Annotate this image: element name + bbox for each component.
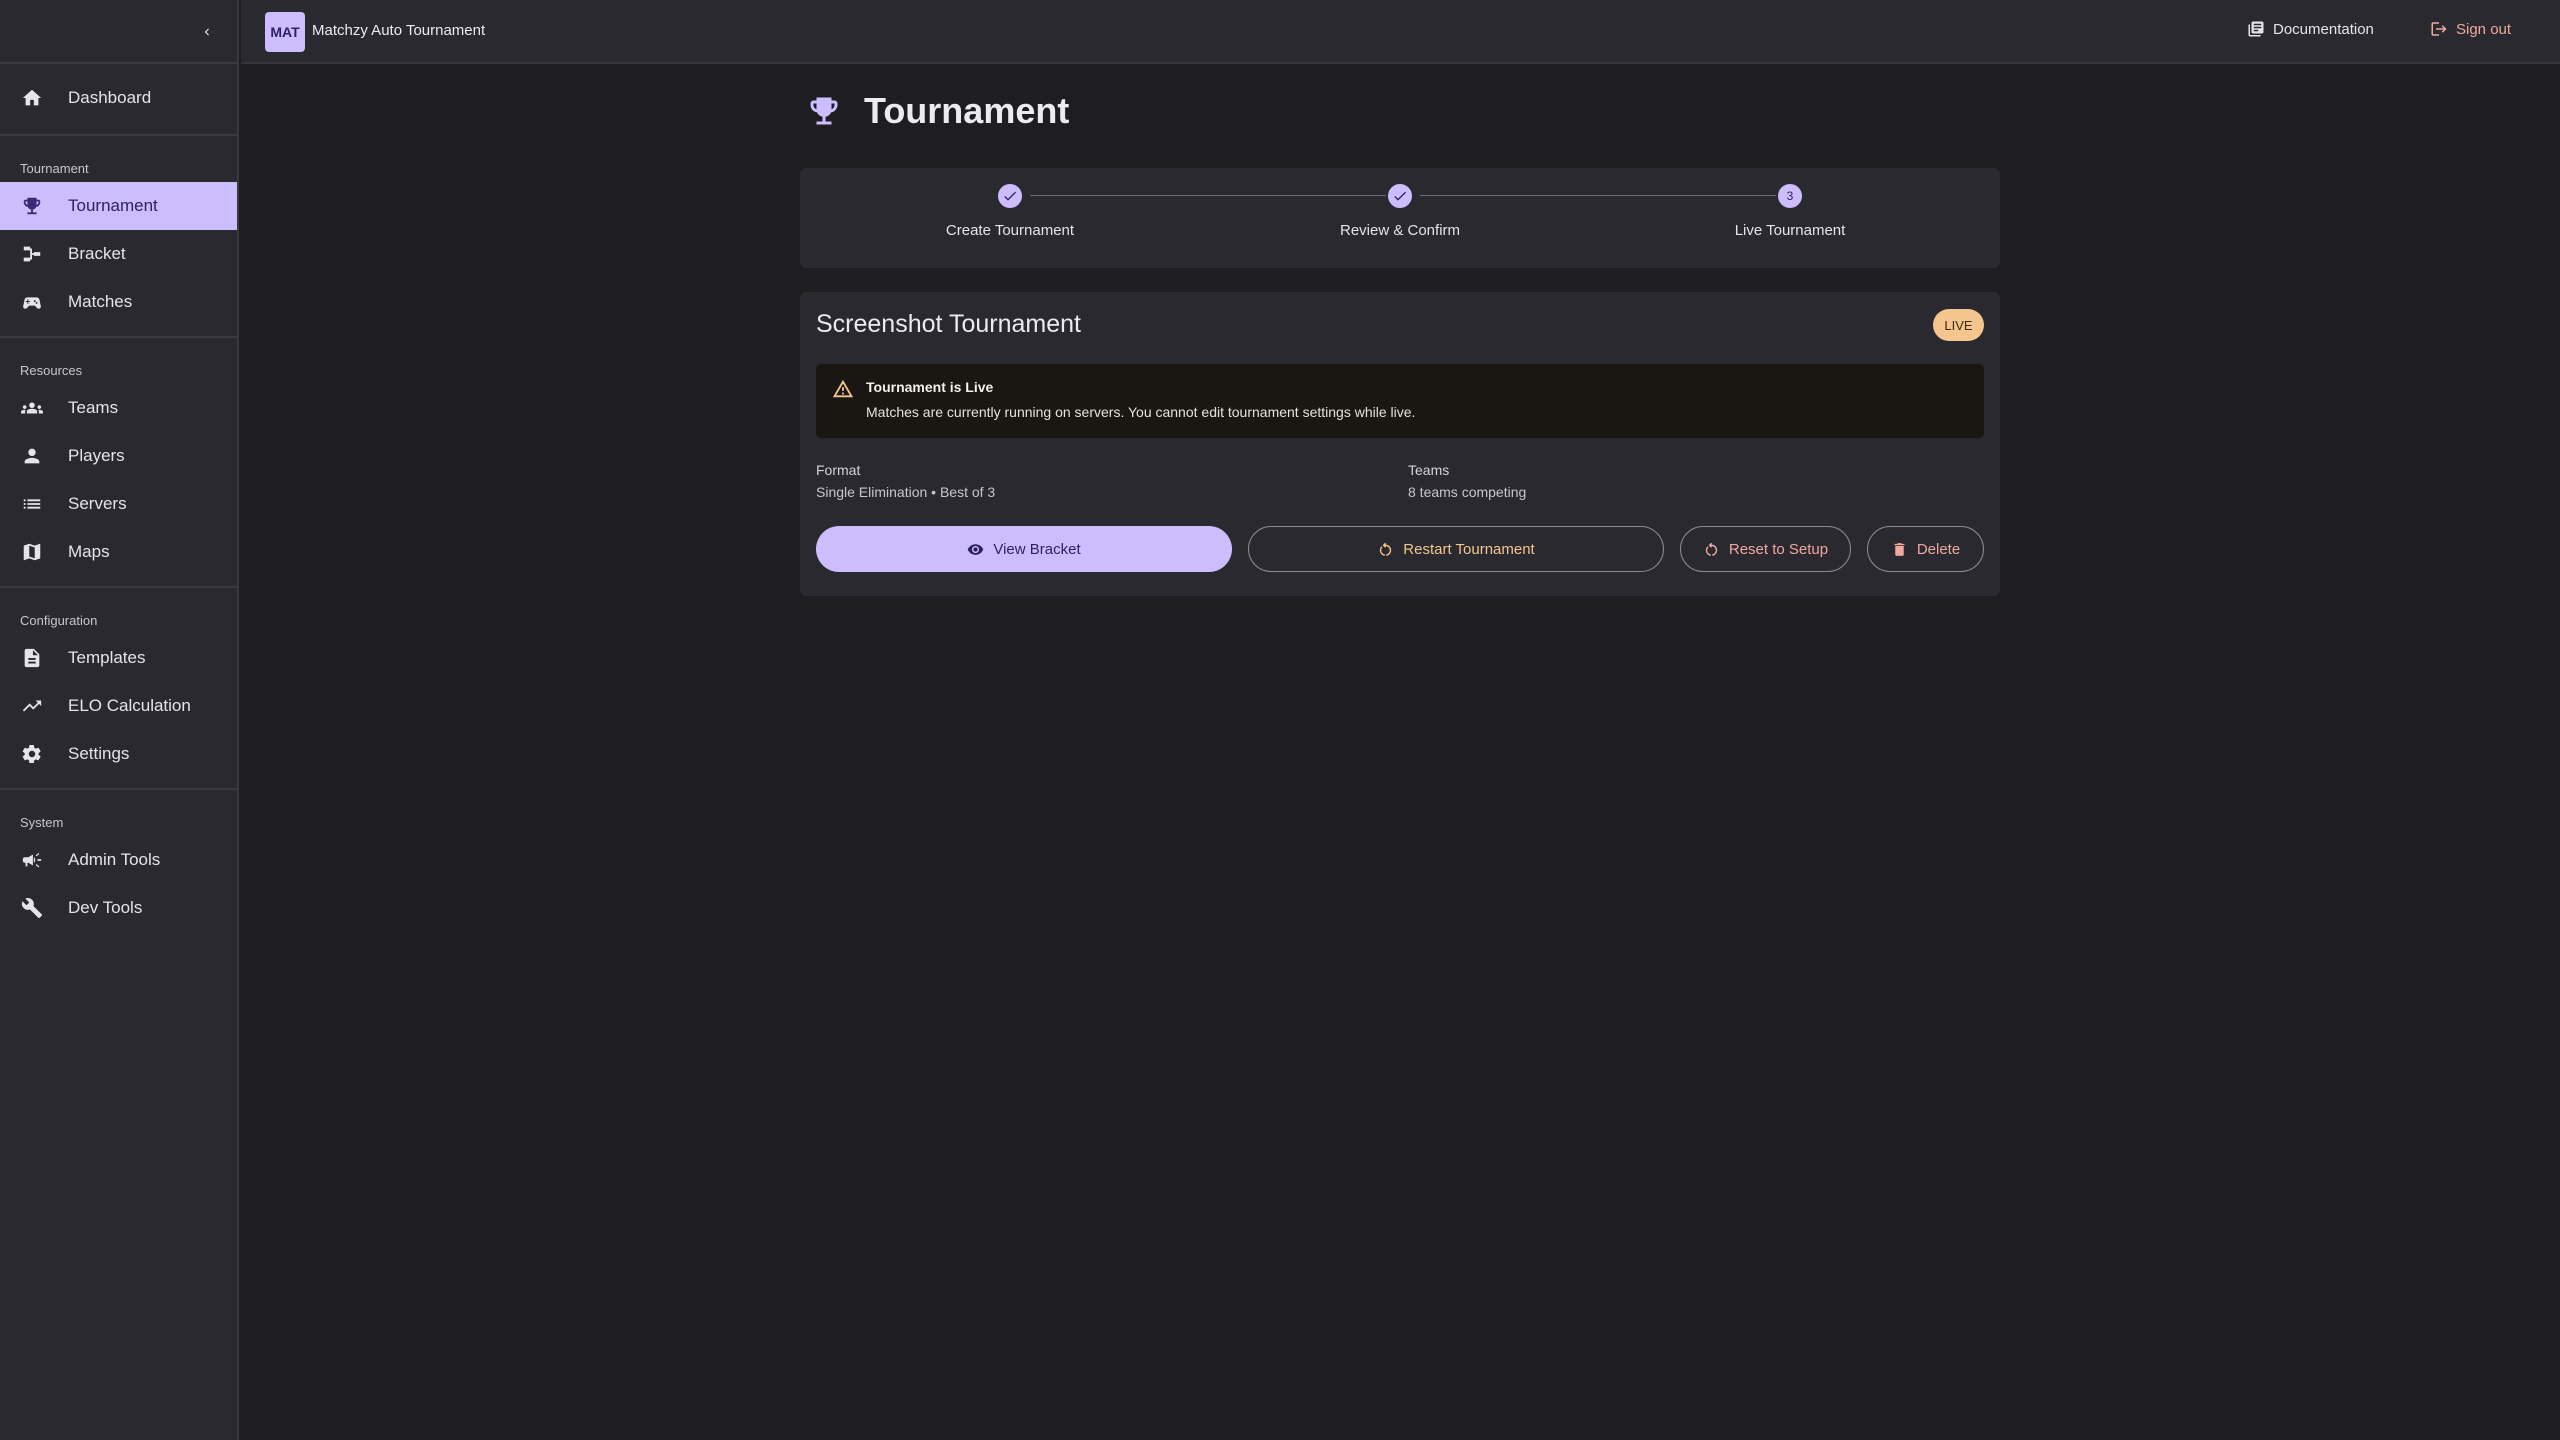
sidebar-section-tournament: Tournament Tournament Bracket Matches: [0, 136, 237, 338]
bracket-icon: [20, 242, 44, 266]
trending-up-icon: [20, 694, 44, 718]
sidebar-item-label: Players: [68, 446, 125, 465]
documentation-label: Documentation: [2273, 20, 2374, 38]
sign-out-label: Sign out: [2456, 20, 2512, 38]
format-value: Single Elimination • Best of 3: [816, 484, 996, 500]
teams-label: Teams: [1408, 462, 1450, 478]
sidebar-item-tournament[interactable]: Tournament: [0, 182, 237, 230]
sidebar-item-label: Bracket: [68, 244, 126, 263]
sidebar-item-label: ELO Calculation: [68, 696, 191, 715]
sidebar-item-settings[interactable]: Settings: [0, 730, 237, 778]
sidebar-item-matches[interactable]: Matches: [0, 278, 237, 326]
tournament-card: Screenshot Tournament LIVE Tournament is…: [800, 292, 2000, 596]
warning-icon: [832, 379, 854, 398]
sidebar: Dashboard Tournament Tournament Bracket …: [0, 0, 239, 1440]
step-create-tournament: Create Tournament: [880, 184, 1140, 239]
restart-tournament-button[interactable]: Restart Tournament: [1248, 526, 1664, 572]
sidebar-item-servers[interactable]: Servers: [0, 480, 237, 528]
eye-icon: [968, 543, 984, 555]
sidebar-section-system: System Admin Tools Dev Tools: [0, 790, 237, 942]
map-icon: [20, 540, 44, 564]
live-warning-alert: Tournament is Live Matches are currently…: [816, 364, 1984, 438]
sidebar-item-label: Teams: [68, 398, 119, 417]
step-live-tournament: 3 Live Tournament: [1660, 184, 1920, 239]
reset-to-setup-button[interactable]: Reset to Setup: [1680, 526, 1851, 572]
restart-icon: [1705, 542, 1718, 556]
logout-icon: [2431, 22, 2447, 36]
alert-title: Tournament is Live: [866, 379, 994, 395]
step-complete-indicator: [1388, 184, 1412, 208]
step-complete-indicator: [998, 184, 1022, 208]
trophy-icon: [20, 194, 44, 218]
step-review-confirm: Review & Confirm: [1270, 184, 1530, 239]
sidebar-heading: Configuration: [20, 613, 98, 628]
sidebar-heading: Tournament: [20, 161, 89, 176]
list-icon: [20, 492, 44, 516]
sidebar-header: [0, 0, 237, 64]
sidebar-heading: Resources: [20, 363, 83, 378]
collapse-sidebar-button[interactable]: [193, 18, 221, 46]
sidebar-item-label: Maps: [68, 542, 110, 561]
home-icon: [20, 86, 44, 110]
sidebar-item-label: Servers: [68, 494, 127, 513]
sidebar-item-bracket[interactable]: Bracket: [0, 230, 237, 278]
check-icon: [1004, 191, 1016, 201]
sidebar-item-label: Templates: [68, 648, 146, 667]
progress-stepper: Create Tournament Review & Confirm 3 Liv…: [800, 168, 2000, 268]
sidebar-item-dev-tools[interactable]: Dev Tools: [0, 884, 237, 932]
view-bracket-button[interactable]: View Bracket: [816, 526, 1232, 572]
tournament-name: Screenshot Tournament: [816, 310, 1081, 338]
sidebar-item-label: Matches: [68, 292, 133, 311]
trophy-icon: [810, 97, 838, 125]
sidebar-item-dashboard[interactable]: Dashboard: [0, 74, 237, 122]
page-title: Tournament: [864, 90, 1070, 131]
sign-out-button[interactable]: Sign out: [2430, 20, 2511, 38]
alert-message: Matches are currently running on servers…: [866, 404, 1416, 420]
page-header: Tournament: [806, 90, 1069, 132]
sidebar-section-configuration: Configuration Templates ELO Calculation …: [0, 588, 237, 790]
view-bracket-label: View Bracket: [993, 540, 1081, 558]
format-label: Format: [816, 462, 861, 478]
sidebar-item-templates[interactable]: Templates: [0, 634, 237, 682]
step-label: Live Tournament: [1734, 222, 1846, 239]
sidebar-section-resources: Resources Teams Players Servers Maps: [0, 338, 237, 588]
sidebar-item-elo-calculation[interactable]: ELO Calculation: [0, 682, 237, 730]
sidebar-item-teams[interactable]: Teams: [0, 384, 237, 432]
groups-icon: [20, 396, 44, 420]
restart-icon: [1380, 542, 1392, 556]
sidebar-item-label: Tournament: [68, 196, 158, 215]
book-icon: [2248, 21, 2264, 37]
app-title: Matchzy Auto Tournament: [312, 22, 486, 39]
delete-button[interactable]: Delete: [1867, 526, 1984, 572]
step-label: Review & Confirm: [1339, 222, 1461, 239]
sidebar-heading: System: [20, 815, 64, 830]
document-icon: [20, 646, 44, 670]
megaphone-icon: [20, 848, 44, 872]
sidebar-item-label: Dev Tools: [68, 898, 143, 917]
chevron-left-icon: [204, 28, 209, 36]
wrench-icon: [20, 896, 44, 920]
person-icon: [20, 444, 44, 468]
teams-value: 8 teams competing: [1408, 484, 1527, 500]
app-logo[interactable]: MAT: [265, 12, 305, 52]
check-icon: [1394, 191, 1406, 201]
delete-label: Delete: [1916, 540, 1961, 558]
sidebar-item-maps[interactable]: Maps: [0, 528, 237, 576]
sidebar-section-main: Dashboard: [0, 64, 237, 136]
step-number-indicator: 3: [1778, 184, 1802, 208]
trash-icon: [1894, 542, 1905, 556]
restart-tournament-label: Restart Tournament: [1403, 540, 1535, 558]
reset-to-setup-label: Reset to Setup: [1728, 540, 1829, 558]
sidebar-item-players[interactable]: Players: [0, 432, 237, 480]
sidebar-item-label: Admin Tools: [68, 850, 161, 869]
top-header: MAT Matchzy Auto Tournament Documentatio…: [241, 0, 2560, 64]
sidebar-item-label: Dashboard: [68, 88, 152, 107]
gamepad-icon: [20, 290, 44, 314]
documentation-link[interactable]: Documentation: [2247, 20, 2374, 38]
gear-icon: [20, 742, 44, 766]
sidebar-item-label: Settings: [68, 744, 130, 763]
status-badge: LIVE: [1933, 309, 1984, 341]
sidebar-item-admin-tools[interactable]: Admin Tools: [0, 836, 237, 884]
step-label: Create Tournament: [945, 222, 1075, 239]
